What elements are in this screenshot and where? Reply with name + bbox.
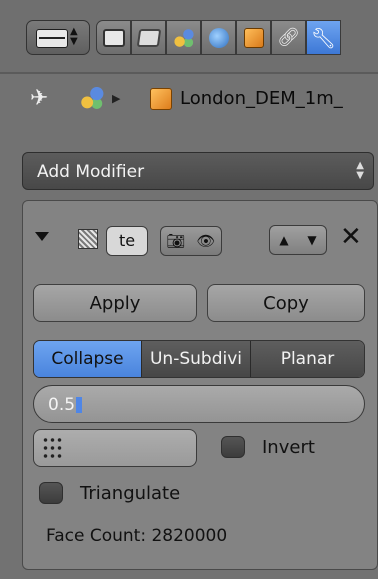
tab-render-layers[interactable] — [131, 20, 166, 55]
move-up-icon[interactable]: ▲ — [270, 226, 298, 254]
context-tabs: 🔗︎ 🔧︎ — [96, 20, 378, 55]
ratio-field[interactable]: 0.5 — [33, 385, 365, 423]
editor-type-button[interactable]: ▲ ▼ — [26, 20, 90, 55]
constraint-link-icon: 🔗︎ — [277, 27, 300, 48]
tab-world[interactable] — [201, 20, 236, 55]
decimate-modifier-icon — [78, 229, 98, 249]
add-modifier-label: Add Modifier — [37, 162, 145, 182]
vertex-group-icon — [42, 436, 64, 460]
collapse-arrow-icon[interactable] — [35, 232, 49, 241]
modifier-name-field[interactable]: te — [106, 226, 148, 256]
invert-label: Invert — [262, 437, 315, 458]
move-modifier-buttons: ▲ ▼ — [269, 225, 327, 255]
tab-modifiers[interactable]: 🔧︎ — [306, 20, 341, 55]
pin-icon[interactable]: ✈ — [30, 86, 48, 111]
face-count-text: Face Count: 2820000 — [46, 526, 228, 546]
object-cube-icon — [150, 88, 172, 110]
text-cursor — [76, 397, 83, 413]
invert-checkbox[interactable] — [221, 436, 245, 458]
scene-icon — [172, 28, 195, 47]
move-down-icon[interactable]: ▼ — [298, 226, 326, 254]
ratio-value: 0.5 — [48, 395, 76, 415]
mode-collapse[interactable]: Collapse — [34, 341, 142, 377]
copy-button[interactable]: Copy — [207, 284, 365, 322]
object-cube-icon — [243, 27, 264, 48]
render-camera-icon — [102, 28, 125, 47]
mode-un-subdivide[interactable]: Un-Subdivi — [142, 341, 251, 377]
tab-object[interactable] — [236, 20, 271, 55]
scene-context-icon — [80, 87, 104, 109]
apply-button[interactable]: Apply — [33, 284, 197, 322]
properties-editor-icon — [36, 29, 68, 48]
triangulate-checkbox[interactable] — [39, 482, 63, 504]
add-modifier-dropdown[interactable]: Add Modifier ▲ ▼ — [22, 152, 374, 190]
decimate-mode-selector: Collapse Un-Subdivi Planar — [33, 340, 365, 378]
eye-icon[interactable]: 👁︎ — [191, 227, 221, 255]
header-divider — [0, 72, 378, 74]
tab-constraints[interactable]: 🔗︎ — [271, 20, 306, 55]
world-icon — [208, 27, 229, 48]
mode-planar[interactable]: Planar — [251, 341, 364, 377]
tab-scene[interactable] — [166, 20, 201, 55]
render-layers-icon — [136, 28, 161, 47]
visibility-toggles: 📷︎ 👁︎ — [160, 226, 222, 256]
object-name: London_DEM_1m_ — [180, 88, 343, 109]
wrench-icon: 🔧︎ — [310, 25, 337, 50]
triangulate-label: Triangulate — [80, 483, 181, 504]
close-icon[interactable]: ✕ — [340, 222, 362, 252]
breadcrumb-arrow-icon: ▶ — [112, 92, 121, 105]
render-camera-icon[interactable]: 📷︎ — [161, 227, 191, 255]
tab-render[interactable] — [96, 20, 131, 55]
updown-arrows-icon: ▲ ▼ — [70, 26, 78, 47]
updown-arrows-icon: ▲ ▼ — [356, 160, 364, 181]
